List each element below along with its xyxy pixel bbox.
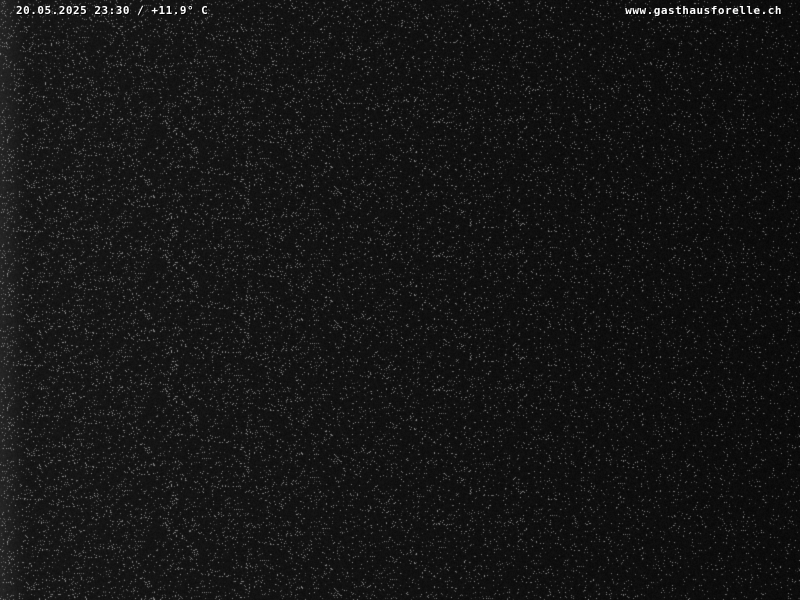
webcam-frame: 20.05.2025 23:30 / +11.9° C www.gasthaus… (0, 0, 800, 600)
night-noise-image (0, 0, 800, 600)
timestamp-temperature-overlay: 20.05.2025 23:30 / +11.9° C (16, 4, 209, 17)
website-watermark: www.gasthausforelle.ch (625, 4, 782, 17)
